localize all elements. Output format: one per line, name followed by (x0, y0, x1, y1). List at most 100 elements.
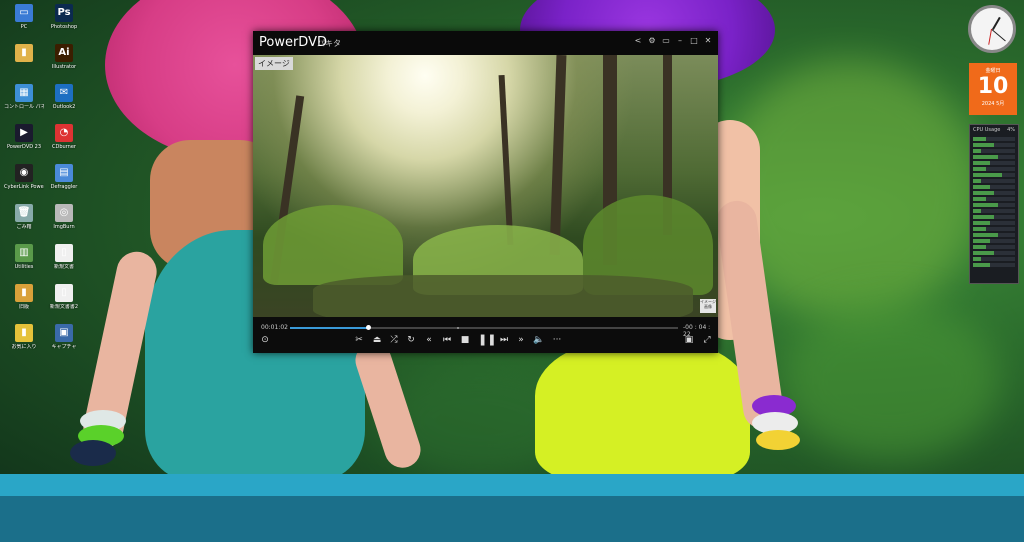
desktop-shortcut-label: コントロール パネル (4, 104, 44, 110)
cast-icon[interactable]: ▣ (683, 335, 695, 345)
forest-trunk (498, 74, 514, 246)
bangle (70, 440, 116, 466)
minimize-icon[interactable]: – (676, 36, 684, 45)
desktop-shortcut[interactable]: ◉ CyberLink PowerDirector (4, 162, 44, 202)
title-bar-buttons: < ⚙ ▭ – □ ✕ (634, 36, 712, 45)
bench-front (0, 496, 1024, 542)
pc-icon: ▭ (15, 4, 33, 22)
play-mode-icon[interactable]: ⊙ (259, 335, 271, 345)
desktop-shortcut[interactable]: ▣ キャプチャ (44, 322, 84, 362)
photoshop-icon: Ps (55, 4, 73, 22)
fast-forward-icon[interactable]: » (515, 335, 527, 345)
powerdvd-window[interactable]: PowerDVD パキタ < ⚙ ▭ – □ ✕ イメージ イメージ画像 00:… (253, 31, 718, 353)
seek-bar[interactable] (290, 325, 678, 330)
settings-gear-icon[interactable]: ⚙ (648, 36, 656, 45)
desktop-shortcut[interactable]: ▮ (4, 42, 44, 82)
previous-icon[interactable]: ⏮ (441, 335, 453, 345)
cpu-core-bar (973, 179, 1015, 183)
desktop-shortcut[interactable]: ▦ コントロール パネル (4, 82, 44, 122)
document2-icon: ▯ (55, 284, 73, 302)
mini-player-icon[interactable]: ▭ (662, 36, 670, 45)
cpu-core-bar (973, 137, 1015, 141)
desktop-shortcut[interactable]: ▯ 新規文書書2 (44, 282, 84, 322)
cpu-core-bar (973, 257, 1015, 261)
pause-icon[interactable]: ❚❚ (478, 333, 496, 346)
desktop-shortcut[interactable]: ◔ CDburner (44, 122, 84, 162)
cpu-core-bar (973, 215, 1015, 219)
clock-minute-hand (991, 29, 1006, 42)
desktop-shortcut-label: 新規文書書2 (49, 304, 79, 310)
desktop-shortcut[interactable]: ▶ PowerDVD 23 (4, 122, 44, 162)
desktop-shortcut[interactable]: ▮ 旧版 (4, 282, 44, 322)
yellow-dress (535, 340, 750, 480)
seek-handle[interactable] (365, 325, 371, 330)
cpu-usage-title: CPU Usage (973, 127, 1001, 133)
desktop-shortcut[interactable]: Ai Illustrator (44, 42, 84, 82)
cpu-core-bar (973, 173, 1015, 177)
cpu-core-bar (973, 167, 1015, 171)
video-viewport[interactable]: イメージ イメージ画像 (253, 55, 718, 317)
bench-top (0, 474, 1024, 496)
media-title: パキタ (317, 39, 341, 48)
desktop-shortcut-label: 新規文書 (53, 264, 74, 270)
elapsed-time: 00:01:02 (261, 324, 288, 331)
calendar-gadget[interactable]: 金曜日 10 2024 5月 (969, 63, 1017, 115)
rewind-icon[interactable]: « (423, 335, 435, 345)
forest-undergrowth (263, 205, 403, 285)
cpu-core-bar (973, 263, 1015, 267)
cpu-core-bar (973, 221, 1015, 225)
maximize-icon[interactable]: □ (690, 36, 698, 45)
fullscreen-icon[interactable]: ⤢ (701, 335, 713, 345)
volume-icon[interactable]: 🔈 (533, 335, 545, 345)
clock-hour-hand (992, 16, 1001, 30)
close-icon[interactable]: ✕ (704, 36, 712, 45)
recycle-bin-icon: 🗑 (15, 204, 33, 222)
bokeh-light (780, 300, 1000, 460)
cdburner-icon: ◔ (55, 124, 73, 142)
cpu-core-bar (973, 209, 1015, 213)
defraggler-icon: ▤ (55, 164, 73, 182)
desktop-shortcut[interactable]: ▭ PC (4, 2, 44, 42)
repeat-icon[interactable]: ↻ (405, 335, 417, 345)
more-options-icon[interactable]: ··· (551, 335, 563, 345)
calendar-year-month: 2024 5月 (981, 101, 1005, 107)
folder-icon: ▮ (15, 284, 33, 302)
outlook-icon: ✉ (55, 84, 73, 102)
share-icon[interactable]: < (634, 36, 642, 45)
desktop-shortcut-label: ごみ箱 (16, 224, 32, 230)
image-watermark: イメージ画像 (700, 299, 716, 313)
stop-icon[interactable]: ■ (459, 335, 471, 345)
scissors-icon[interactable]: ✂ (353, 335, 365, 345)
cpu-usage-gadget[interactable]: CPU Usage 4% (969, 124, 1019, 284)
desktop-shortcut-label: キャプチャ (51, 344, 77, 350)
desktop-shortcut[interactable]: ▮ お気に入り (4, 322, 44, 362)
clock-second-hand (988, 28, 992, 45)
title-bar[interactable]: PowerDVD パキタ < ⚙ ▭ – □ ✕ (253, 31, 718, 55)
eject-icon[interactable]: ⏏ (371, 335, 383, 345)
cpu-usage-header: CPU Usage 4% (970, 125, 1018, 135)
desktop-shortcut-label: Defraggler (50, 184, 78, 190)
desktop-shortcut-label: Utilities (14, 264, 34, 270)
next-icon[interactable]: ⏭ (498, 335, 510, 345)
desktop-shortcut[interactable]: ▥ Utilities (4, 242, 44, 282)
clock-gadget[interactable] (968, 5, 1016, 53)
desktop-shortcut[interactable]: Ps Photoshop (44, 2, 84, 42)
powerdirector-icon: ◉ (15, 164, 33, 182)
desktop-shortcut-label: CDburner (52, 144, 76, 150)
desktop-shortcut-label: お気に入り (11, 344, 37, 350)
control-panel-icon: ▦ (15, 84, 33, 102)
desktop-shortcut[interactable]: ◎ ImgBurn (44, 202, 84, 242)
cpu-core-bar (973, 203, 1015, 207)
desktop-shortcut[interactable]: 🗑 ごみ箱 (4, 202, 44, 242)
desktop-shortcut[interactable]: ▯ 新規文書 (44, 242, 84, 282)
user-folder-icon: ▮ (15, 44, 33, 62)
desktop-shortcut[interactable]: ▤ Defraggler (44, 162, 84, 202)
forest-path (313, 275, 693, 317)
shuffle-icon[interactable]: ⤮ (388, 335, 400, 345)
desktop-shortcut[interactable]: ✉ Outlook2 (44, 82, 84, 122)
desktop-shortcut-label: CyberLink PowerDirector (4, 184, 44, 190)
cpu-usage-value: 4% (1007, 127, 1015, 133)
forest-trunk (549, 55, 567, 256)
cpu-core-bar (973, 239, 1015, 243)
image-badge: イメージ (255, 57, 293, 70)
